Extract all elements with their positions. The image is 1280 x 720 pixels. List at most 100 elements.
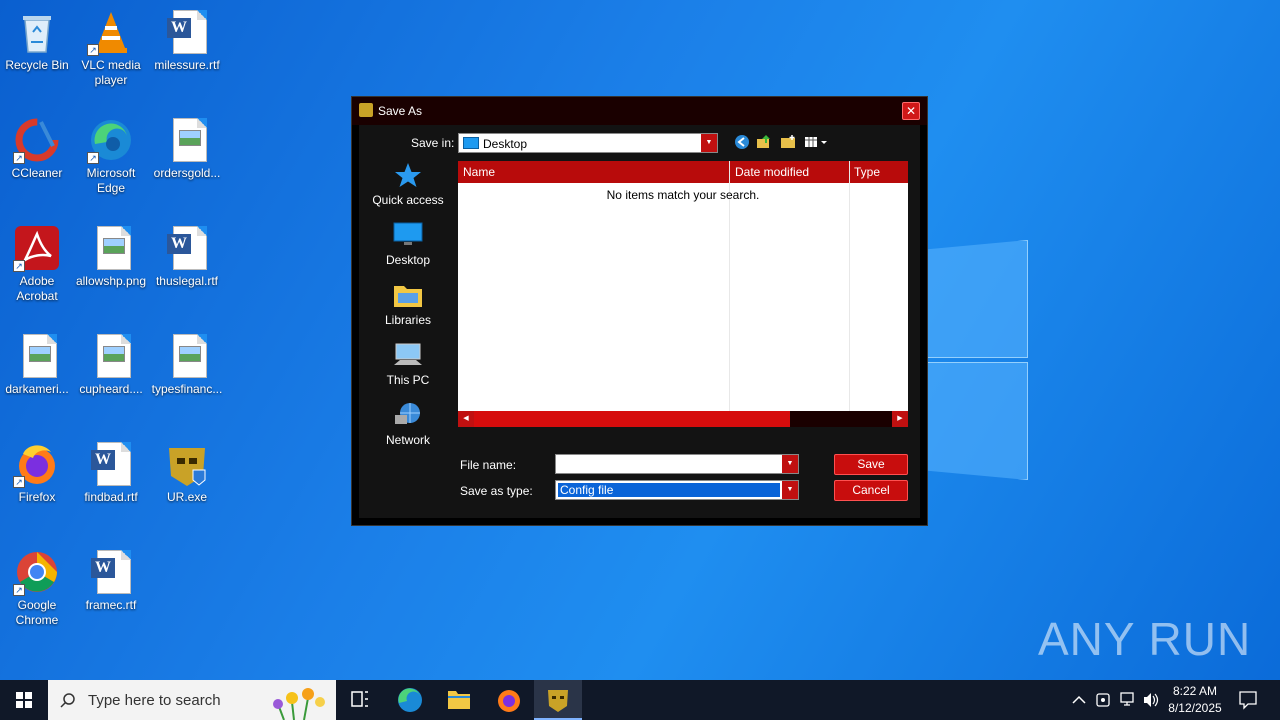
defender-tray-icon[interactable] [1094, 680, 1112, 720]
computer-icon [392, 341, 424, 369]
desktop-icon-recycle-bin[interactable]: Recycle Bin [0, 8, 74, 73]
vlc-cone-icon: ↗ [87, 8, 135, 56]
task-view-icon [351, 691, 368, 707]
desktop-icon-label: Adobe Acrobat [16, 274, 58, 303]
chevron-down-icon[interactable]: ▼ [782, 455, 798, 473]
place-quick-access[interactable]: Quick access [366, 161, 450, 207]
taskbar-edge[interactable] [386, 680, 434, 720]
place-desktop[interactable]: Desktop [366, 221, 450, 267]
desktop-icon-label: CCleaner [11, 166, 63, 180]
taskbar: Type here to search 8:22 AM 8/12/2025 [0, 680, 1280, 720]
desktop-icon-label: Google Chrome [15, 598, 59, 627]
desktop-icon-acrobat[interactable]: ↗ Adobe Acrobat [0, 224, 74, 304]
taskbar-search-box[interactable]: Type here to search [48, 680, 336, 720]
desktop-icon-label: findbad.rtf [84, 490, 138, 504]
desktop-monitor-icon [392, 221, 424, 249]
chevron-down-icon[interactable]: ▼ [701, 134, 717, 152]
desktop-icon-ur-exe[interactable]: UR.exe [150, 440, 224, 505]
desktop-icon-label: typesfinanc... [151, 382, 223, 396]
place-label: Desktop [385, 253, 431, 267]
file-list-view[interactable]: Name Date modified Type No items match y… [458, 161, 908, 427]
new-folder-icon[interactable] [779, 134, 797, 152]
start-button[interactable] [0, 680, 48, 720]
taskbar-firefox[interactable] [485, 680, 533, 720]
shortcut-arrow-icon: ↗ [13, 476, 25, 488]
desktop-icon-ccleaner[interactable]: ↗ CCleaner [0, 116, 74, 181]
save-as-type-label: Save as type: [460, 484, 533, 498]
place-this-pc[interactable]: This PC [366, 341, 450, 387]
desktop-icon-chrome[interactable]: ↗ Google Chrome [0, 548, 74, 628]
task-view-button[interactable] [336, 680, 384, 720]
image-file-icon [87, 332, 135, 380]
file-name-input[interactable]: ▼ [555, 454, 799, 474]
desktop-icon-framec[interactable]: W framec.rtf [74, 548, 148, 613]
image-file-icon [13, 332, 61, 380]
place-network[interactable]: Network [366, 401, 450, 447]
word-document-icon: W [87, 440, 135, 488]
save-in-dropdown[interactable]: Desktop ▼ [458, 133, 718, 153]
close-button[interactable]: ✕ [902, 102, 920, 120]
dialog-titlebar[interactable]: Save As ✕ [352, 97, 927, 125]
save-in-value: Desktop [483, 137, 528, 151]
desktop-icon-darkameri[interactable]: darkameri... [0, 332, 74, 397]
app-shield-icon [548, 690, 568, 712]
save-as-type-dropdown[interactable]: Config file ▼ [555, 480, 799, 500]
desktop-icon-label: framec.rtf [85, 598, 137, 612]
scroll-left-icon[interactable]: ◀ [458, 411, 474, 427]
desktop-icon-ordersgold[interactable]: ordersgold... [150, 116, 224, 181]
desktop-icon-label: darkameri... [5, 382, 69, 396]
firefox-icon [498, 690, 520, 712]
wallpaper-windows-logo [925, 240, 1030, 480]
edge-icon [398, 688, 422, 712]
column-header-type[interactable]: Type [854, 165, 880, 179]
show-hidden-icons-chevron-icon[interactable] [1070, 680, 1088, 720]
scrollbar-thumb[interactable] [474, 411, 790, 427]
horizontal-scrollbar[interactable]: ◀ ▶ [458, 411, 908, 427]
desktop-icon-edge[interactable]: ↗ Microsoft Edge [74, 116, 148, 196]
image-file-icon [163, 332, 211, 380]
dialog-title: Save As [378, 104, 423, 118]
view-menu-icon[interactable] [803, 134, 829, 152]
desktop-icon-findbad[interactable]: W findbad.rtf [74, 440, 148, 505]
back-icon[interactable] [733, 134, 751, 152]
shortcut-arrow-icon: ↗ [13, 260, 25, 272]
search-flowers-icon [273, 688, 325, 720]
clock-date: 8/12/2025 [1168, 701, 1222, 715]
chevron-down-icon[interactable]: ▼ [782, 481, 798, 499]
desktop-icon-thuslegal[interactable]: W thuslegal.rtf [150, 224, 224, 289]
column-header-name[interactable]: Name [463, 165, 495, 179]
notification-center-icon[interactable] [1236, 680, 1260, 720]
desktop-icon-allowshp[interactable]: allowshp.png [74, 224, 148, 289]
desktop-icon-milessure[interactable]: W milessure.rtf [150, 8, 224, 73]
desktop-icon-firefox[interactable]: ↗ Firefox [0, 440, 74, 505]
desktop-icon-vlc[interactable]: ↗ VLC media player [74, 8, 148, 88]
network-globe-icon [392, 401, 424, 429]
taskbar-ur-app[interactable] [534, 680, 582, 720]
column-header-date-modified[interactable]: Date modified [735, 165, 809, 179]
shortcut-arrow-icon: ↗ [13, 584, 25, 596]
volume-tray-icon[interactable] [1142, 680, 1160, 720]
save-button[interactable]: Save [834, 454, 908, 475]
ccleaner-icon: ↗ [13, 116, 61, 164]
cancel-button[interactable]: Cancel [834, 480, 908, 501]
desktop-icon-typesfinanc[interactable]: typesfinanc... [150, 332, 224, 397]
desktop-icon-cupheard[interactable]: cupheard.... [74, 332, 148, 397]
word-document-icon: W [163, 224, 211, 272]
up-folder-icon[interactable] [755, 134, 773, 152]
file-name-label: File name: [460, 458, 517, 472]
taskbar-clock[interactable]: 8:22 AM 8/12/2025 [1160, 683, 1230, 717]
place-libraries[interactable]: Libraries [366, 281, 450, 327]
edge-icon: ↗ [87, 116, 135, 164]
desktop-icon-label: Recycle Bin [5, 58, 69, 72]
anyrun-watermark: ANY RUN [1038, 613, 1252, 665]
network-tray-icon[interactable] [1118, 680, 1136, 720]
recycle-bin-icon [13, 8, 61, 56]
desktop-icon-label: allowshp.png [75, 274, 147, 288]
save-as-type-value: Config file [558, 483, 780, 497]
desktop-icon-label: Firefox [18, 490, 56, 504]
search-icon [60, 693, 75, 708]
taskbar-file-explorer[interactable] [435, 680, 483, 720]
scroll-right-icon[interactable]: ▶ [892, 411, 908, 427]
desktop-icon-label: Microsoft Edge [86, 166, 136, 195]
desktop-icon-label: thuslegal.rtf [155, 274, 219, 288]
